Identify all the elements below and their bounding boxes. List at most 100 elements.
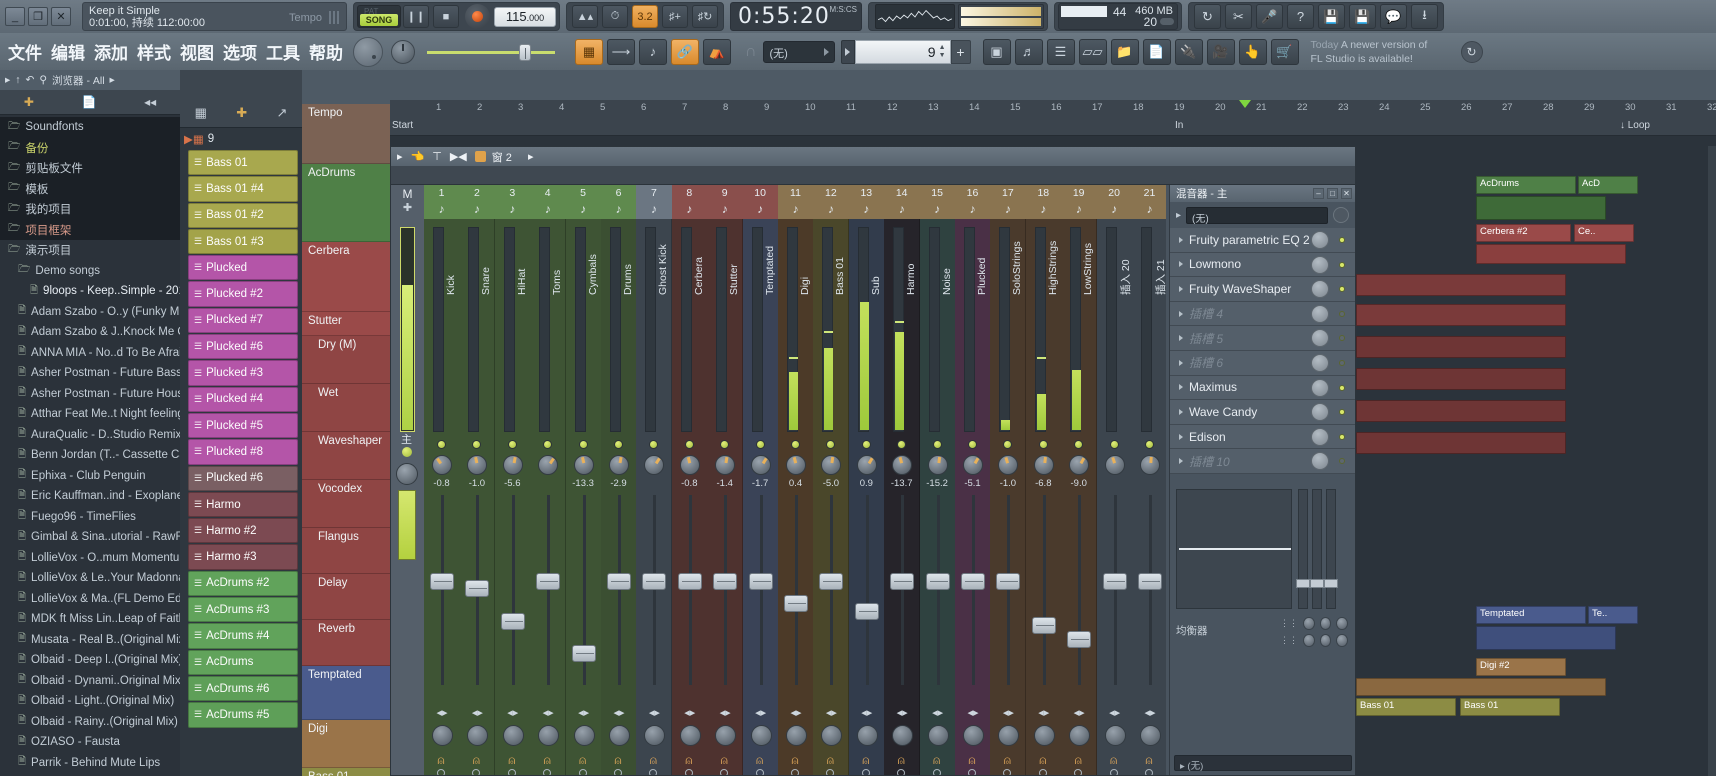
pattern-selector[interactable]: 9 ▲▼ + <box>841 40 971 64</box>
effect-enable-led[interactable] <box>1339 237 1345 243</box>
mixer-strip-fader-track[interactable] <box>547 495 550 685</box>
mixer-tool-swap[interactable]: ▶◀ <box>450 150 467 163</box>
mixer-strip-route-dot[interactable] <box>685 769 693 775</box>
mixer-strip-route-dot[interactable] <box>968 769 976 775</box>
mixer-strip-fader[interactable] <box>536 573 560 590</box>
mixer-strip-led[interactable] <box>968 440 977 449</box>
master-slider[interactable] <box>427 42 555 62</box>
mixer-strip-fader-track[interactable] <box>795 495 798 685</box>
effect-enable-led[interactable] <box>1339 360 1345 366</box>
playlist-clip[interactable]: Ce.. <box>1574 224 1634 242</box>
mixer-strip-route-arrow[interactable]: ⍝ <box>611 753 625 766</box>
mixer-strip-pan-knob[interactable] <box>1069 455 1089 475</box>
chevron-right-icon[interactable] <box>1179 261 1183 267</box>
mixer-strip-led[interactable] <box>1039 440 1048 449</box>
mixer-strip-led[interactable] <box>579 440 588 449</box>
mixer-strip-route-arrow[interactable]: ⍝ <box>1071 753 1085 766</box>
playlist-clip[interactable] <box>1476 196 1606 220</box>
pattern-menu-icon[interactable]: ☰ <box>194 657 202 668</box>
menu-item-add[interactable]: 添加 <box>94 39 128 64</box>
playlist-track-header[interactable]: Flangus <box>302 528 390 574</box>
chevron-right-icon[interactable] <box>1179 360 1183 366</box>
mixer-strip[interactable]: 16♪Plucked-5.1◂▸⍝ <box>955 185 991 775</box>
mixer-strip-send-knob[interactable] <box>1140 725 1161 746</box>
chevron-right-icon[interactable]: ▸ <box>5 74 10 86</box>
mixer-strip[interactable]: 7♪Ghost Kick◂▸⍝ <box>636 185 672 775</box>
mixer-strip-route-dot[interactable] <box>614 769 622 775</box>
mixer-strip-routes[interactable]: ◂▸ <box>922 703 954 721</box>
playlist-clip[interactable]: Bass 01 <box>1356 698 1456 716</box>
mixer-strip-route-dot[interactable] <box>579 769 587 775</box>
mixer-title-bar[interactable]: ▸ 👈 ⊤ ▶◀ 窗 2 ▸ <box>391 147 1355 166</box>
browser-item[interactable]: 🗁备份 <box>0 138 180 159</box>
mixer-strip-fader[interactable] <box>926 573 950 590</box>
news-refresh-icon[interactable]: ↻ <box>1461 41 1483 63</box>
master-led[interactable] <box>402 447 412 457</box>
pattern-row[interactable]: ☰Harmo #2 <box>188 518 298 543</box>
mixer-strip-route-arrow[interactable]: ⍝ <box>1107 753 1121 766</box>
eq-knob-grid[interactable]: ⋮⋮ ⋮⋮ <box>1280 617 1348 651</box>
mixer-tool-arrow[interactable]: ▸ <box>397 150 403 163</box>
browser-header[interactable]: ▸ ↑ ↶ ⚲ 浏览器 - All ▸ <box>0 70 180 90</box>
mixer-strip-routes[interactable]: ◂▸ <box>886 703 918 721</box>
playlist-clip[interactable] <box>1356 432 1566 454</box>
current-pattern-row[interactable]: ▶▦ 9 <box>180 128 302 150</box>
effect-mix-knob[interactable] <box>1311 452 1329 470</box>
mixer-strip-led[interactable] <box>685 440 694 449</box>
eq-knob-4[interactable] <box>1303 634 1315 647</box>
playlist-track-header[interactable]: Dry (M) <box>302 336 390 384</box>
pattern-menu-icon[interactable]: ☰ <box>194 157 202 168</box>
effect-mix-knob[interactable] <box>1311 280 1329 298</box>
pattern-row[interactable]: ☰AcDrums #2 <box>188 571 298 596</box>
mixer-strip-routes[interactable]: ◂▸ <box>603 703 635 721</box>
mixer-icon[interactable]: ▱▱ <box>1079 39 1107 65</box>
eq-knob-6[interactable] <box>1336 634 1348 647</box>
browser-item[interactable]: 🗁演示项目 <box>0 240 180 261</box>
pattern-menu-icon[interactable]: ☰ <box>194 683 202 694</box>
browser-item[interactable]: 🗎Fuego96 - TimeFlies <box>0 507 180 528</box>
mixer-strip-route-dot[interactable] <box>649 769 657 775</box>
mixer-strip[interactable]: 13♪Sub0.9◂▸⍝ <box>849 185 885 775</box>
mixer-strip-led[interactable] <box>649 440 658 449</box>
mixer-strip-send-knob[interactable] <box>503 725 524 746</box>
comment-icon[interactable]: 💬 <box>1380 4 1407 29</box>
new-project-icon[interactable]: 📄 <box>1143 39 1171 65</box>
pattern-menu-icon[interactable]: ☰ <box>194 289 202 300</box>
mixer-strip[interactable]: 12♪Bass 01-5.0◂▸⍝ <box>813 185 849 775</box>
mixer-strip-fader-track[interactable] <box>1007 495 1010 685</box>
project-title-box[interactable]: Keep it Simple 0:01:00, 持续 112:00:00 Tem… <box>82 2 347 31</box>
browser-item[interactable]: 🗁我的项目 <box>0 199 180 220</box>
effect-enable-led[interactable] <box>1339 458 1345 464</box>
pattern-number-field[interactable]: 9 ▲▼ <box>855 40 951 64</box>
mixer-strip-fader-track[interactable] <box>618 495 621 685</box>
mixer-strip-led[interactable] <box>508 440 517 449</box>
browser-item[interactable]: 🗎Ephixa - Club Penguin <box>0 466 180 487</box>
mixer-strip-pan-knob[interactable] <box>928 455 948 475</box>
pattern-row[interactable]: ☰Bass 01 #4 <box>188 176 298 201</box>
record-button[interactable] <box>465 4 490 29</box>
mixer-strip-pan-knob[interactable] <box>609 455 629 475</box>
browser-item[interactable]: 🗎Eric Kauffman..ind - Exoplanet <box>0 486 180 507</box>
mixer-tool-hand[interactable]: 👈 <box>411 150 425 163</box>
browser-item[interactable]: 🗁Soundfonts <box>0 117 180 138</box>
mixer-strip-send-knob[interactable] <box>538 725 559 746</box>
playlist-clip[interactable] <box>1356 304 1566 326</box>
mixer-strip-routes[interactable]: ◂▸ <box>1028 703 1060 721</box>
fx-maximize-button[interactable]: □ <box>1327 188 1338 199</box>
effect-mix-knob[interactable] <box>1311 329 1329 347</box>
mixer-strip-fader[interactable] <box>890 573 914 590</box>
mixer-strip[interactable]: 3♪HiHat-5.6◂▸⍝ <box>495 185 531 775</box>
mixer-strip-fader[interactable] <box>1067 631 1091 648</box>
mixer-strip-route-arrow[interactable]: ⍝ <box>576 753 590 766</box>
mixer-strip-routes[interactable]: ◂▸ <box>957 703 989 721</box>
move-icon[interactable]: ✚ <box>24 95 34 109</box>
mixer-strip-pan-knob[interactable] <box>715 455 735 475</box>
effect-slot[interactable]: Fruity WaveShaper <box>1170 277 1355 302</box>
mixer-strip-fader-track[interactable] <box>689 495 692 685</box>
mixer-strip-routes[interactable]: ◂▸ <box>745 703 777 721</box>
up-arrow-icon[interactable]: ↑ <box>15 74 20 86</box>
mixer-strip-led[interactable] <box>897 440 906 449</box>
pattern-prev-button[interactable] <box>841 40 855 64</box>
browser-item[interactable]: 🗎Adam Szabo - O..y (Funky Mix) <box>0 302 180 323</box>
pattern-row[interactable]: ☰Plucked #2 <box>188 281 298 306</box>
